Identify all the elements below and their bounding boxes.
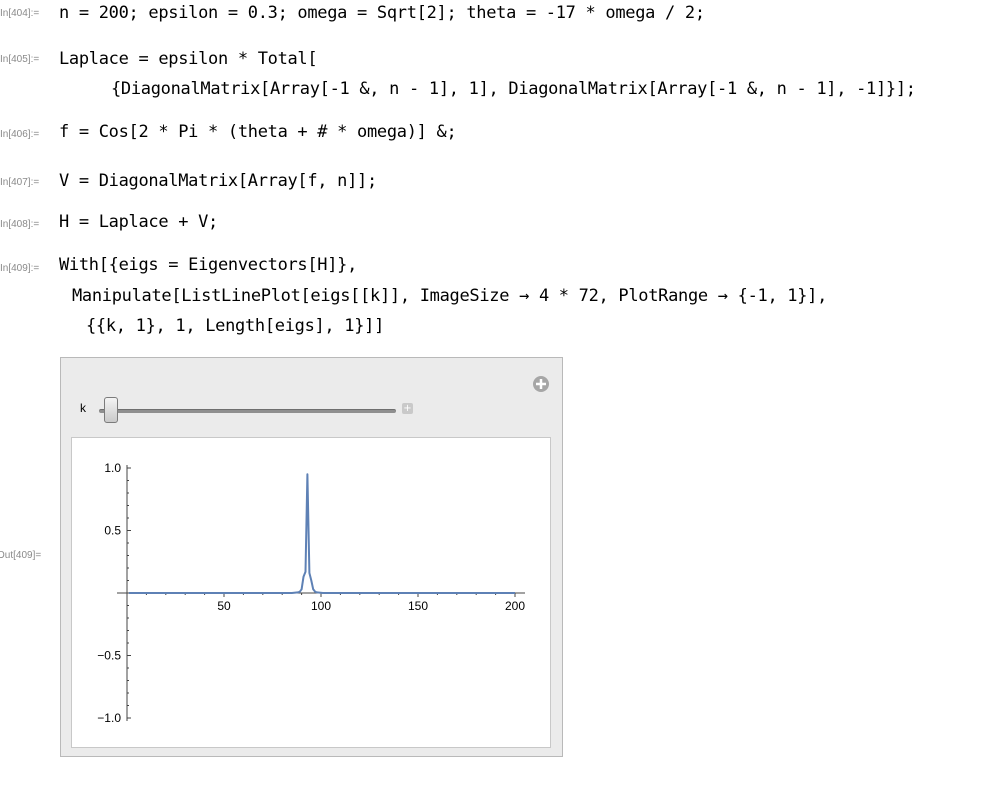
- code-line[interactable]: V = DiagonalMatrix[Array[f, n]];: [59, 171, 377, 191]
- series-line: [128, 473, 515, 594]
- slider-expand-icon[interactable]: +: [402, 403, 413, 414]
- plot-area: 50 100 150 200 1.0 0.5 −0.5 −1.0: [71, 437, 551, 748]
- code-line[interactable]: f = Cos[2 * Pi * (theta + # * omega)] &;: [59, 122, 457, 142]
- x-tick-label: 100: [311, 599, 331, 613]
- add-circle-icon[interactable]: [532, 375, 550, 393]
- code-line[interactable]: Manipulate[ListLinePlot[eigs[[k]], Image…: [72, 286, 827, 306]
- input-label: In[404]:=: [0, 8, 40, 19]
- line-chart: 50 100 150 200 1.0 0.5 −0.5 −1.0: [97, 461, 525, 725]
- y-tick-label: −0.5: [97, 649, 121, 663]
- input-label: In[408]:=: [0, 219, 40, 230]
- code-line[interactable]: H = Laplace + V;: [59, 212, 218, 232]
- k-slider-track[interactable]: [99, 409, 396, 413]
- y-tick-label: 0.5: [104, 524, 121, 538]
- k-slider-thumb[interactable]: [104, 397, 118, 423]
- code-line[interactable]: {{k, 1}, 1, Length[eigs], 1}]]: [86, 316, 384, 336]
- input-label: In[405]:=: [0, 54, 40, 65]
- slider-label: k: [80, 401, 86, 415]
- x-tick-label: 150: [408, 599, 428, 613]
- y-tick-label: −1.0: [97, 711, 121, 725]
- x-tick-label: 50: [217, 599, 231, 613]
- output-label: Out[409]=: [0, 550, 42, 561]
- input-label: In[407]:=: [0, 177, 40, 188]
- input-label: In[409]:=: [0, 263, 40, 274]
- x-tick-label: 200: [505, 599, 525, 613]
- code-line[interactable]: Laplace = epsilon * Total[: [59, 49, 318, 69]
- code-line[interactable]: With[{eigs = Eigenvectors[H]},: [59, 255, 357, 275]
- code-line[interactable]: {DiagonalMatrix[Array[-1 &, n - 1], 1], …: [111, 79, 916, 99]
- manipulate-panel: k + 50 100 150 200 1.0 0.5 −0.5 −1.0: [60, 357, 563, 757]
- input-label: In[406]:=: [0, 129, 40, 140]
- y-tick-label: 1.0: [104, 461, 121, 475]
- code-line[interactable]: n = 200; epsilon = 0.3; omega = Sqrt[2];…: [59, 3, 705, 23]
